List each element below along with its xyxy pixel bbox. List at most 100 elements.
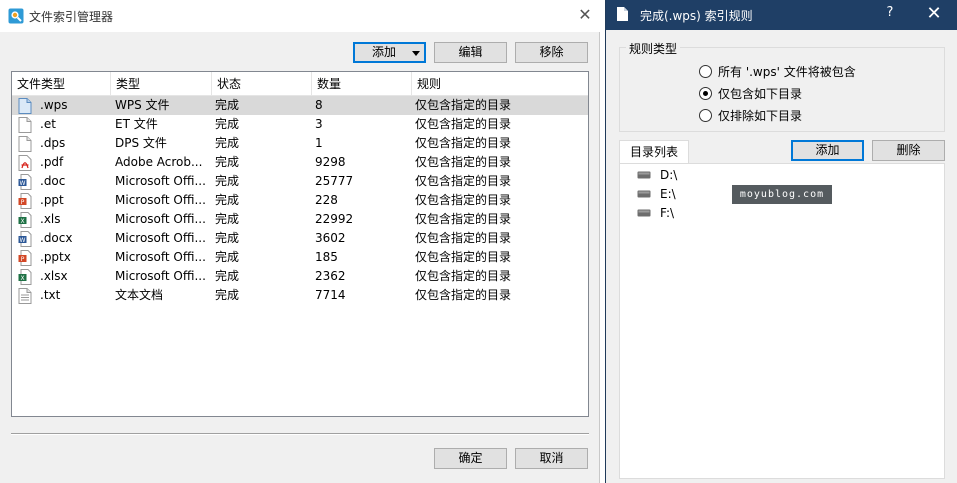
radio-label: 仅包含如下目录	[718, 86, 803, 101]
column-header-type[interactable]: 类型	[111, 72, 212, 96]
table-row[interactable]: .pdf Adobe Acrob... 完成 9298 仅包含指定的目录	[12, 153, 588, 172]
cell-status: 完成	[215, 250, 240, 264]
excel-icon: X	[18, 212, 32, 228]
radio-include-dirs[interactable]: 仅包含如下目录	[699, 85, 802, 101]
title-bar: 文件索引管理器 ✕	[0, 0, 600, 32]
cell-type: Adobe Acrob...	[115, 155, 203, 169]
cell-status: 完成	[215, 231, 240, 245]
list-item[interactable]: D:\	[637, 166, 677, 184]
cell-status: 完成	[215, 98, 240, 112]
cell-type: Microsoft Offi...	[115, 250, 206, 264]
list-header: 文件类型 类型 状态 数量 规则	[12, 72, 588, 96]
chevron-down-icon	[412, 51, 420, 56]
radio-button[interactable]	[699, 64, 712, 78]
cell-count: 185	[315, 250, 338, 264]
edit-button[interactable]: 编辑	[434, 42, 507, 63]
cell-rule: 仅包含指定的目录	[415, 269, 512, 283]
table-row[interactable]: X .xlsx Microsoft Offi... 完成 2362 仅包含指定的目录	[12, 267, 588, 286]
window-title: 文件索引管理器	[29, 10, 114, 24]
cell-count: 3	[315, 117, 323, 131]
index-manager-window: 文件索引管理器 ✕ 添加 编辑 移除 文件类型 类型 状态 数量 规则 .wps…	[0, 0, 600, 483]
cell-count: 7714	[315, 288, 346, 302]
cell-rule: 仅包含指定的目录	[415, 212, 512, 226]
cell-count: 22992	[315, 212, 354, 226]
list-item[interactable]: E:\	[637, 185, 676, 203]
cell-status: 完成	[215, 269, 240, 283]
cell-count: 1	[315, 136, 323, 150]
help-icon[interactable]: ?	[882, 5, 898, 20]
index-rule-dialog: 完成(.wps) 索引规则 ? ✕ 规则类型 所有 '.wps' 文件将被包含 …	[605, 0, 957, 483]
table-row[interactable]: P .ppt Microsoft Offi... 完成 228 仅包含指定的目录	[12, 191, 588, 210]
rule-type-legend: 规则类型	[626, 40, 681, 57]
radio-label: 所有 '.wps' 文件将被包含	[718, 64, 856, 79]
directory-label: D:\	[660, 168, 678, 182]
cell-type: Microsoft Offi...	[115, 231, 206, 245]
drive-icon	[637, 190, 651, 198]
wps-doc-icon	[18, 98, 32, 114]
cell-count: 3602	[315, 231, 346, 245]
cancel-button[interactable]: 取消	[515, 448, 588, 469]
cell-rule: 仅包含指定的目录	[415, 174, 512, 188]
cell-count: 228	[315, 193, 338, 207]
column-header-rule[interactable]: 规则	[412, 72, 588, 96]
table-row[interactable]: P .pptx Microsoft Offi... 完成 185 仅包含指定的目录	[12, 248, 588, 267]
column-header-count[interactable]: 数量	[312, 72, 412, 96]
cell-type: Microsoft Offi...	[115, 212, 206, 226]
list-item[interactable]: F:\	[637, 204, 674, 222]
table-row[interactable]: X .xls Microsoft Offi... 完成 22992 仅包含指定的目录	[12, 210, 588, 229]
document-icon	[617, 7, 628, 21]
cell-type: DPS 文件	[115, 136, 167, 150]
cell-status: 完成	[215, 288, 240, 302]
cell-status: 完成	[215, 155, 240, 169]
cell-type: Microsoft Offi...	[115, 269, 206, 283]
delete-directory-button[interactable]: 删除	[872, 140, 945, 161]
cell-rule: 仅包含指定的目录	[415, 250, 512, 264]
table-row[interactable]: .et ET 文件 完成 3 仅包含指定的目录	[12, 115, 588, 134]
svg-text:W: W	[20, 237, 26, 244]
column-header-file-type[interactable]: 文件类型	[12, 72, 111, 96]
column-header-status[interactable]: 状态	[212, 72, 312, 96]
radio-exclude-dirs[interactable]: 仅排除如下目录	[699, 107, 802, 123]
table-row[interactable]: .dps DPS 文件 完成 1 仅包含指定的目录	[12, 134, 588, 153]
cell-count: 9298	[315, 155, 346, 169]
cell-count: 8	[315, 98, 323, 112]
table-row[interactable]: W .docx Microsoft Offi... 完成 3602 仅包含指定的目录	[12, 229, 588, 248]
file-type-list[interactable]: 文件类型 类型 状态 数量 规则 .wps WPS 文件 完成 8 仅包含指定的目录 .e…	[11, 71, 589, 417]
radio-button[interactable]	[699, 108, 712, 122]
radio-label: 仅排除如下目录	[718, 108, 803, 123]
cell-status: 完成	[215, 193, 240, 207]
table-row[interactable]: W .doc Microsoft Offi... 完成 25777 仅包含指定的目录	[12, 172, 588, 191]
list-body: .wps WPS 文件 完成 8 仅包含指定的目录 .et ET 文件 完成 3 仅包含指定的目录…	[12, 96, 588, 305]
add-directory-button[interactable]: 添加	[791, 140, 864, 161]
close-icon[interactable]: ✕	[576, 6, 594, 24]
close-icon[interactable]: ✕	[924, 3, 944, 24]
table-row[interactable]: .txt 文本文档 完成 7714 仅包含指定的目录	[12, 286, 588, 305]
cell-type: Microsoft Offi...	[115, 193, 206, 207]
svg-text:P: P	[21, 256, 25, 263]
cell-rule: 仅包含指定的目录	[415, 193, 512, 207]
table-row[interactable]: .wps WPS 文件 完成 8 仅包含指定的目录	[12, 96, 588, 115]
remove-button[interactable]: 移除	[515, 42, 588, 63]
radio-include-all[interactable]: 所有 '.wps' 文件将被包含	[699, 63, 856, 79]
ok-button[interactable]: 确定	[434, 448, 507, 469]
blank-doc-icon	[18, 117, 32, 133]
directory-label: E:\	[660, 187, 676, 201]
dialog-title: 完成(.wps) 索引规则	[640, 9, 753, 23]
excel-icon: X	[18, 269, 32, 285]
svg-text:W: W	[20, 180, 26, 187]
cell-rule: 仅包含指定的目录	[415, 117, 512, 131]
cell-count: 2362	[315, 269, 346, 283]
directory-list[interactable]: D:\ E:\ F:\	[619, 163, 945, 479]
tab-directory-list[interactable]: 目录列表	[619, 140, 689, 164]
cell-rule: 仅包含指定的目录	[415, 288, 512, 302]
radio-button[interactable]	[699, 86, 712, 100]
cell-status: 完成	[215, 174, 240, 188]
cell-count: 25777	[315, 174, 354, 188]
svg-text:P: P	[21, 199, 25, 206]
add-button-label: 添加	[372, 45, 397, 59]
cell-rule: 仅包含指定的目录	[415, 231, 512, 245]
cell-status: 完成	[215, 212, 240, 226]
drive-icon	[637, 209, 651, 217]
directory-label: F:\	[660, 206, 675, 220]
add-button[interactable]: 添加	[353, 42, 426, 63]
